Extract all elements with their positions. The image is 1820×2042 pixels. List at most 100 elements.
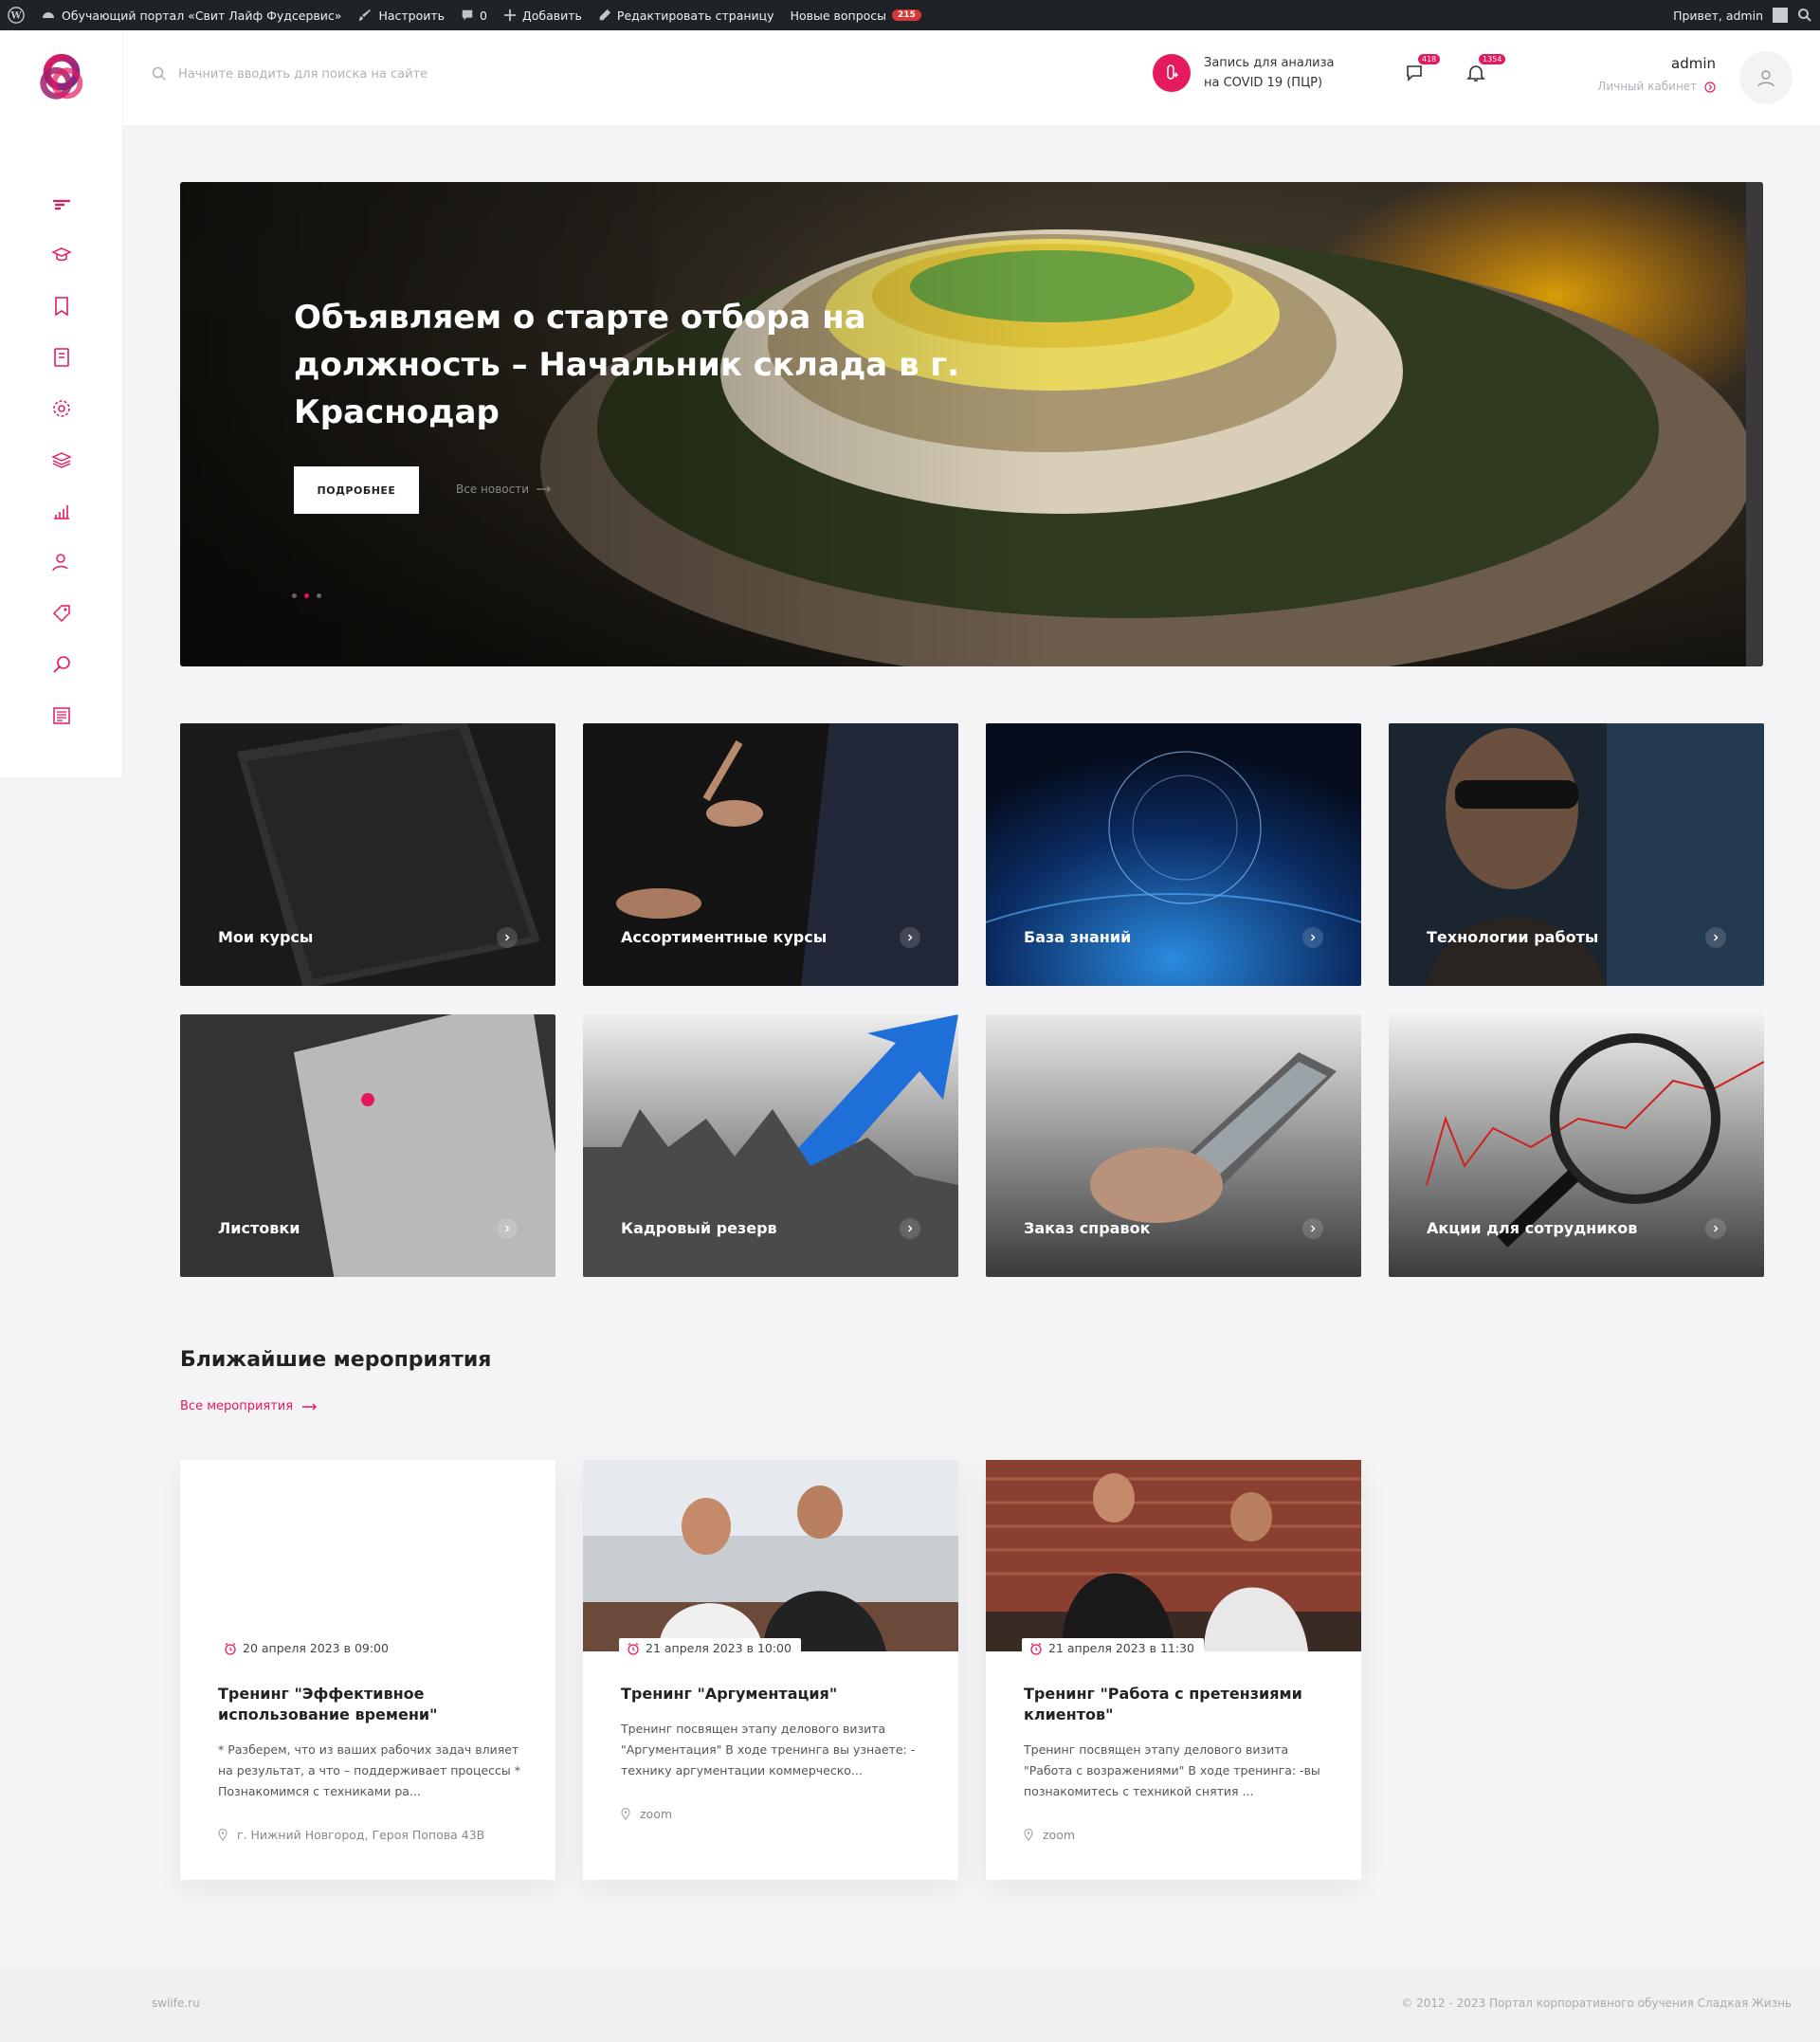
tile-label: Технологии работы bbox=[1427, 928, 1599, 946]
event-date-text: 21 апреля 2023 в 11:30 bbox=[1048, 1641, 1194, 1655]
plus-icon bbox=[503, 9, 517, 22]
messages-badge: 418 bbox=[1418, 54, 1441, 64]
test-tube-icon bbox=[1153, 54, 1191, 92]
hero-more-button[interactable]: ПОДРОБНЕЕ bbox=[294, 466, 419, 514]
tile-image bbox=[583, 1014, 958, 1277]
admin-bar-edit-page[interactable]: Редактировать страницу bbox=[598, 9, 774, 23]
layers-icon bbox=[51, 452, 72, 468]
sidebar-item-promotions[interactable] bbox=[49, 601, 74, 626]
event-image bbox=[986, 1460, 1361, 1651]
alarm-clock-icon bbox=[628, 1642, 639, 1655]
tile-work-technologies[interactable]: Технологии работы bbox=[1389, 723, 1764, 986]
tile-label: Кадровый резерв bbox=[621, 1219, 777, 1237]
all-events-link[interactable]: Все мероприятия bbox=[180, 1399, 318, 1413]
admin-avatar[interactable] bbox=[1773, 8, 1788, 23]
tile-assortment-courses[interactable]: Ассортиментные курсы bbox=[583, 723, 958, 986]
tile-image bbox=[583, 723, 958, 986]
comment-icon bbox=[462, 9, 473, 21]
arrow-right-icon bbox=[302, 1403, 318, 1410]
graduation-cap-icon bbox=[51, 247, 72, 262]
event-title[interactable]: Тренинг "Работа с претензиями клиентов" bbox=[1024, 1684, 1327, 1725]
event-date: 20 апреля 2023 в 09:00 bbox=[216, 1638, 398, 1658]
admin-bar-new-questions[interactable]: Новые вопросы 215 bbox=[791, 9, 921, 23]
hero-dot[interactable] bbox=[292, 593, 297, 598]
sidebar-item-layers[interactable] bbox=[49, 447, 74, 472]
event-title[interactable]: Тренинг "Эффективное использование време… bbox=[218, 1684, 521, 1725]
add-label: Добавить bbox=[521, 8, 582, 23]
bookmark-icon bbox=[55, 297, 68, 317]
sidebar-item-library[interactable] bbox=[49, 345, 74, 370]
search-input[interactable]: Начните вводить для поиска на сайте bbox=[178, 67, 428, 82]
user-name: admin bbox=[1671, 55, 1716, 72]
event-date-text: 20 апреля 2023 в 09:00 bbox=[243, 1641, 389, 1655]
tile-my-courses[interactable]: Мои курсы bbox=[180, 723, 555, 986]
admin-bar-comments[interactable]: 0 bbox=[461, 9, 487, 23]
event-card[interactable]: 20 апреля 2023 в 09:00 Тренинг "Эффектив… bbox=[180, 1460, 555, 1880]
pencil-icon bbox=[599, 9, 611, 21]
sidebar-item-bookmarks[interactable] bbox=[49, 294, 74, 319]
tile-label: Заказ справок bbox=[1024, 1219, 1151, 1237]
event-title[interactable]: Тренинг "Аргументация" bbox=[621, 1684, 924, 1705]
notifications-button[interactable]: 1354 bbox=[1465, 54, 1506, 87]
tile-label: Листовки bbox=[218, 1219, 300, 1237]
event-card[interactable]: 21 апреля 2023 в 11:30 Тренинг "Работа с… bbox=[986, 1460, 1361, 1880]
sidebar-item-courses[interactable] bbox=[49, 243, 74, 267]
tile-image bbox=[1389, 1014, 1764, 1277]
event-location-text: zoom bbox=[1043, 1828, 1076, 1842]
tile-certificate-order[interactable]: Заказ справок bbox=[986, 1014, 1361, 1277]
user-menu[interactable]: admin Личный кабинет bbox=[1574, 55, 1716, 93]
event-image bbox=[180, 1460, 555, 1651]
event-location-text: zoom bbox=[640, 1807, 673, 1821]
sidebar-item-dashboard[interactable] bbox=[49, 191, 74, 216]
user-icon bbox=[1757, 70, 1774, 87]
event-date: 21 апреля 2023 в 11:30 bbox=[1022, 1638, 1204, 1658]
sidebar-item-stats[interactable] bbox=[49, 499, 74, 523]
sidebar-item-profile[interactable] bbox=[49, 550, 74, 574]
avatar[interactable] bbox=[1739, 51, 1793, 104]
chevron-right-icon bbox=[497, 1218, 518, 1239]
admin-bar-add[interactable]: Добавить bbox=[503, 9, 582, 23]
sidebar-nav bbox=[0, 125, 123, 777]
alarm-clock-icon bbox=[225, 1642, 236, 1655]
admin-bar-site-name[interactable]: Обучающий портал «Свит Лайф Фудсервис» bbox=[41, 8, 341, 23]
tile-employee-promotions[interactable]: Акции для сотрудников bbox=[1389, 1014, 1764, 1277]
map-pin-icon bbox=[621, 1808, 630, 1820]
tile-leaflets[interactable]: Листовки bbox=[180, 1014, 555, 1277]
event-card[interactable]: 21 апреля 2023 в 10:00 Тренинг "Аргумент… bbox=[583, 1460, 958, 1880]
hero-dot-active[interactable] bbox=[304, 593, 309, 598]
site-logo[interactable] bbox=[0, 30, 123, 125]
admin-bar-customize[interactable]: Настроить bbox=[357, 8, 445, 23]
alarm-clock-icon bbox=[1030, 1642, 1042, 1655]
wordpress-logo-icon[interactable]: W bbox=[8, 7, 25, 24]
chevron-right-icon bbox=[900, 1218, 920, 1239]
sidebar-item-settings[interactable] bbox=[49, 396, 74, 421]
book-icon bbox=[54, 348, 69, 367]
tile-image bbox=[180, 723, 555, 986]
all-news-link[interactable]: Все новости bbox=[456, 483, 552, 496]
sidebar-item-search[interactable] bbox=[49, 652, 74, 677]
footer-copyright: © 2012 - 2023 Портал корпоративного обуч… bbox=[1401, 1996, 1792, 2010]
covid-test-link[interactable]: Запись для анализа на COVID 19 (ПЦР) bbox=[1153, 53, 1337, 93]
chevron-right-icon bbox=[497, 927, 518, 948]
chevron-right-icon bbox=[1302, 927, 1323, 948]
chart-icon bbox=[54, 505, 69, 520]
site-search[interactable]: Начните вводить для поиска на сайте bbox=[152, 66, 428, 82]
admin-greeting[interactable]: Привет, admin bbox=[1673, 9, 1763, 23]
edit-page-label: Редактировать страницу bbox=[616, 8, 774, 23]
tile-personnel-reserve[interactable]: Кадровый резерв bbox=[583, 1014, 958, 1277]
messages-button[interactable]: 418 bbox=[1405, 54, 1441, 87]
tile-image bbox=[986, 723, 1361, 986]
chevron-right-icon bbox=[900, 927, 920, 948]
footer-site-link[interactable]: swlife.ru bbox=[152, 1996, 200, 2010]
hero-dot[interactable] bbox=[317, 593, 321, 598]
tile-label: Ассортиментные курсы bbox=[621, 928, 828, 946]
cabinet-link[interactable]: Личный кабинет bbox=[1574, 80, 1716, 93]
dashboard-icon bbox=[43, 12, 54, 18]
search-icon[interactable] bbox=[1797, 8, 1812, 23]
hero-scrollbar[interactable] bbox=[1746, 182, 1763, 666]
tile-knowledge-base[interactable]: База знаний bbox=[986, 723, 1361, 986]
all-news-label: Все новости bbox=[456, 483, 530, 496]
sidebar-item-news[interactable] bbox=[49, 703, 74, 728]
search-icon bbox=[152, 66, 167, 82]
site-footer: swlife.ru © 2012 - 2023 Портал корпорати… bbox=[0, 1966, 1820, 2042]
